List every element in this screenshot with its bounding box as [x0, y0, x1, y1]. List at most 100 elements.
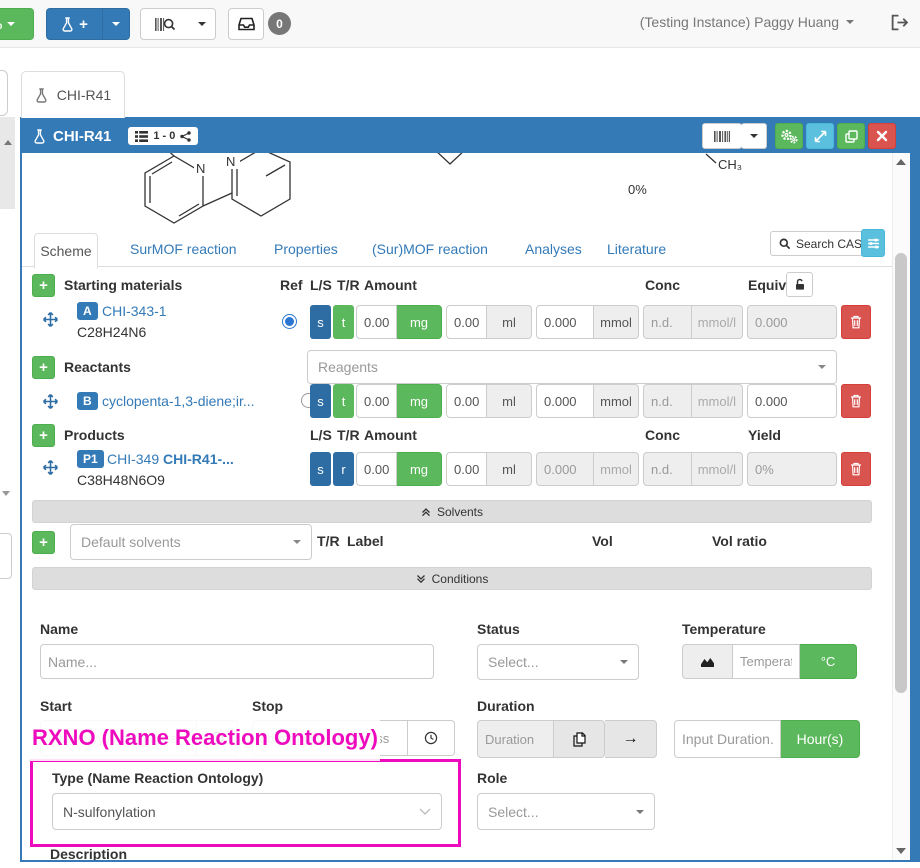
- ref-radio[interactable]: [282, 314, 297, 329]
- volume-input[interactable]: [446, 452, 487, 486]
- volume-input[interactable]: [446, 305, 487, 339]
- target-real-toggle[interactable]: t: [333, 305, 354, 339]
- close-button[interactable]: [868, 123, 896, 149]
- create-element-dropdown[interactable]: [102, 8, 130, 40]
- search-cas-button[interactable]: Search CAS: [770, 231, 871, 256]
- amount-group: mg: [356, 452, 442, 486]
- split-sample-button[interactable]: s: [310, 452, 331, 486]
- tab-properties[interactable]: Properties: [274, 241, 338, 257]
- inbox-button[interactable]: [228, 8, 264, 40]
- green-template-button[interactable]: [775, 123, 803, 149]
- default-solvents-select[interactable]: Default solvents: [70, 524, 312, 560]
- solvents-collapse-bar[interactable]: Solvents: [32, 500, 872, 523]
- volume-unit-button[interactable]: ml: [487, 305, 532, 339]
- amount-input[interactable]: [356, 452, 397, 486]
- material-formula: C28H24N6: [77, 324, 146, 340]
- caret-down-icon: [818, 365, 826, 369]
- create-sample-button[interactable]: +: [46, 8, 103, 40]
- role-label: Role: [477, 770, 507, 786]
- volume-input[interactable]: [446, 384, 487, 418]
- amount-unit-button[interactable]: mg: [397, 452, 442, 486]
- add-solvent-button[interactable]: +: [32, 531, 55, 554]
- copy-button[interactable]: [837, 123, 865, 149]
- duration-copy-button[interactable]: [554, 720, 605, 758]
- amount-input[interactable]: [356, 384, 397, 418]
- mol-unit-button[interactable]: mmol: [594, 305, 639, 339]
- mol-input[interactable]: [536, 384, 594, 418]
- tab-analyses[interactable]: Analyses: [525, 241, 582, 257]
- reactants-title: Reactants: [64, 359, 131, 375]
- print-dropdown[interactable]: [741, 123, 767, 149]
- input-duration-field[interactable]: [674, 720, 781, 758]
- solvent-col-tr: T/R: [317, 533, 340, 549]
- user-menu[interactable]: (Testing Instance) Paggy Huang: [640, 14, 854, 30]
- amount-unit-button[interactable]: mg: [397, 305, 442, 339]
- col-conc: Conc: [645, 277, 680, 293]
- material-link[interactable]: CHI-343-1: [102, 303, 167, 319]
- conditions-collapse-bar[interactable]: Conditions: [32, 567, 872, 590]
- split-sample-button[interactable]: s: [310, 305, 331, 339]
- scroll-up-arrow[interactable]: [896, 159, 906, 165]
- add-product-button[interactable]: +: [32, 424, 55, 447]
- list-icon: [135, 131, 148, 142]
- duration-unit-button[interactable]: Hour(s): [781, 720, 860, 758]
- input-duration-group: Hour(s): [674, 720, 860, 758]
- close-icon: [876, 130, 888, 142]
- equiv-input[interactable]: [747, 384, 837, 418]
- scan-barcode-button[interactable]: [140, 8, 189, 40]
- duration-apply-button[interactable]: →: [605, 720, 657, 758]
- equiv-lock-button[interactable]: [786, 272, 813, 297]
- caret-down-icon: [846, 20, 854, 24]
- temperature-chart-button[interactable]: [682, 644, 732, 679]
- reagents-select[interactable]: Reagents: [307, 350, 837, 384]
- volume-unit-button[interactable]: ml: [487, 452, 532, 486]
- drag-handle[interactable]: [42, 459, 59, 476]
- scheme-yield-button[interactable]: %: [0, 8, 34, 40]
- material-link[interactable]: CHI-349 CHI-R41-...: [107, 451, 234, 467]
- tab-scheme[interactable]: Scheme: [34, 233, 98, 269]
- volume-group: ml: [446, 384, 532, 418]
- delete-material-button[interactable]: [841, 452, 871, 486]
- plus-icon: +: [39, 277, 48, 294]
- conc-unit: mmol/l: [692, 452, 743, 486]
- scheme-settings-button[interactable]: [861, 229, 885, 257]
- mol-input[interactable]: [536, 305, 594, 339]
- name-input[interactable]: [40, 644, 434, 679]
- volume-unit-button[interactable]: ml: [487, 384, 532, 418]
- tab-surmof-reaction[interactable]: SurMOF reaction: [130, 241, 237, 257]
- amount-unit-button[interactable]: mg: [397, 384, 442, 418]
- conc-input: [643, 305, 692, 339]
- temperature-input[interactable]: [732, 644, 800, 679]
- mol-unit-button[interactable]: mmol: [594, 384, 639, 418]
- stop-clock-button[interactable]: [408, 720, 455, 756]
- collection-counter-badge[interactable]: 1 - 0: [128, 127, 198, 145]
- temperature-unit-button[interactable]: °C: [800, 644, 857, 679]
- drag-handle[interactable]: [42, 311, 59, 328]
- amount-input[interactable]: [356, 305, 397, 339]
- print-barcode-button[interactable]: [702, 123, 742, 149]
- target-real-toggle[interactable]: r: [333, 452, 354, 486]
- delete-material-button[interactable]: [841, 384, 871, 418]
- status-select[interactable]: Select...: [477, 644, 639, 680]
- solvent-col-label: Label: [347, 533, 384, 549]
- panel-scrollbar[interactable]: [892, 153, 910, 860]
- scrollbar-thumb[interactable]: [895, 253, 907, 693]
- fullscreen-button[interactable]: [806, 123, 834, 149]
- target-real-toggle[interactable]: t: [333, 384, 354, 418]
- workspace-tab-reaction[interactable]: CHI-R41: [21, 71, 125, 118]
- tab-literature[interactable]: Literature: [607, 241, 666, 257]
- tab-surmof2-reaction[interactable]: (Sur)MOF reaction: [372, 241, 488, 257]
- split-sample-button[interactable]: s: [310, 384, 331, 418]
- drag-handle[interactable]: [42, 393, 59, 410]
- scroll-down-arrow[interactable]: [896, 848, 906, 854]
- product-name-bold: CHI-R41-...: [163, 451, 234, 467]
- scan-dropdown[interactable]: [188, 8, 216, 40]
- conc-input: [643, 452, 692, 486]
- material-link[interactable]: cyclopenta-1,3-diene;ir...: [102, 393, 255, 409]
- role-select[interactable]: Select...: [477, 793, 655, 830]
- logout-button[interactable]: [890, 14, 908, 31]
- add-reactant-button[interactable]: +: [32, 356, 55, 379]
- add-starting-material-button[interactable]: +: [32, 274, 55, 297]
- unlock-icon: [794, 278, 806, 291]
- delete-material-button[interactable]: [841, 305, 871, 339]
